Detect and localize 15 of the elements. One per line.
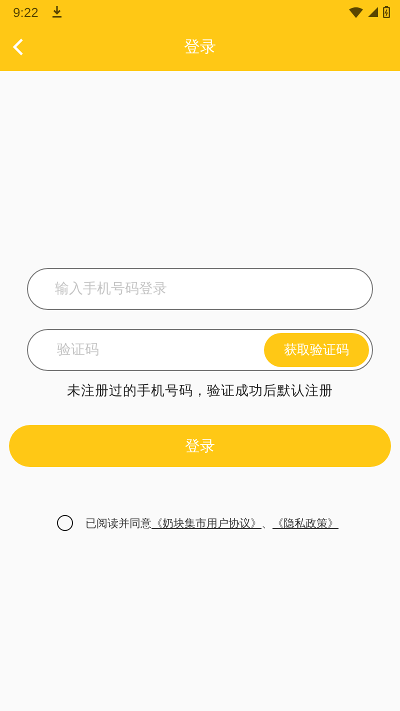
agreement-link[interactable]: 《奶块集市用户协议》 (152, 516, 262, 530)
get-code-button[interactable]: 获取验证码 (264, 333, 369, 367)
hint-text: 未注册过的手机号码，验证成功后默认注册 (67, 382, 333, 400)
phone-field[interactable]: 输入手机号码登录 (27, 268, 373, 310)
wifi-icon (349, 6, 363, 18)
battery-icon (383, 6, 390, 18)
agreement-text: 已阅读并同意《奶块集市用户协议》、《隐私政策》 (86, 516, 338, 530)
status-time: 9:22 (13, 4, 38, 20)
page-title: 登录 (184, 37, 216, 58)
agreement-checkbox[interactable] (56, 515, 72, 531)
agreement-link[interactable]: 《隐私政策》 (272, 516, 338, 530)
code-field[interactable]: 验证码 获取验证码 (27, 329, 373, 371)
download-icon (52, 6, 62, 18)
login-button[interactable]: 登录 (9, 425, 391, 467)
signal-icon (368, 7, 378, 17)
